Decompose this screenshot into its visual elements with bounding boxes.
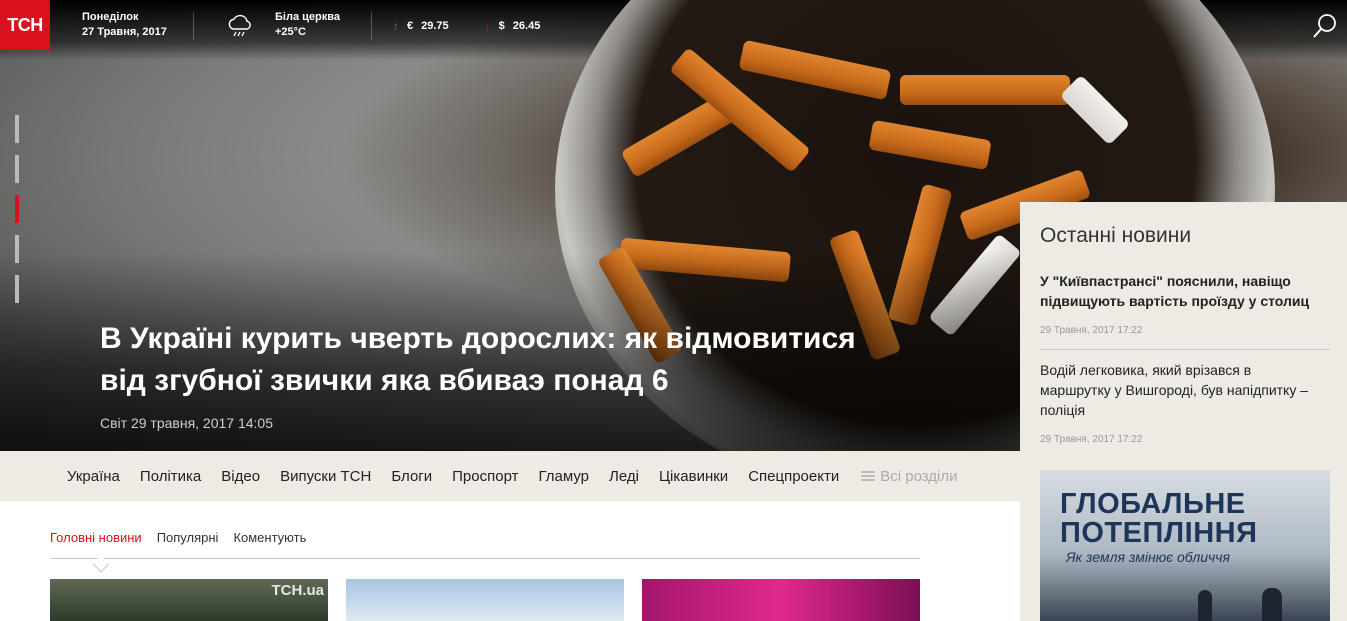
latest-news-item[interactable]: Водій легковика, який врізався в маршрут…	[1040, 360, 1315, 420]
tab-main-news[interactable]: Головні новини	[50, 530, 142, 558]
news-card-thumbnail[interactable]	[346, 579, 624, 621]
hero-headline[interactable]: В Україні курить чверть дорослих: як від…	[100, 318, 960, 402]
all-sections-button[interactable]: Всі розділи	[849, 467, 958, 485]
hero-headline-line: В Україні курить чверть дорослих: як від…	[100, 322, 856, 355]
latest-news-sidebar: Останні новини У "Київпастрансі" пояснил…	[1020, 202, 1347, 621]
divider	[371, 12, 372, 40]
latest-news-time: 29 Травня, 2017 17:22	[1040, 434, 1143, 445]
news-card-thumbnail[interactable]	[642, 579, 920, 621]
sidebar-title: Останні новини	[1040, 224, 1192, 247]
date: 27 Травня, 2017	[82, 26, 167, 38]
nav-item-specprojects[interactable]: Спецпроекти	[738, 468, 849, 485]
slide-indicator[interactable]	[15, 155, 19, 183]
eur-rate: 29.75	[421, 20, 449, 32]
weather-city: Біла церква	[275, 11, 340, 23]
nav-item-blogs[interactable]: Блоги	[381, 468, 442, 485]
slide-indicator[interactable]	[15, 115, 19, 143]
search-icon[interactable]	[1311, 12, 1339, 40]
slide-indicator[interactable]	[15, 275, 19, 303]
eur-symbol: €	[407, 20, 414, 32]
divider	[193, 12, 194, 40]
divider	[1040, 349, 1330, 350]
nav-item-video[interactable]: Відео	[211, 468, 270, 485]
nav-item-prosport[interactable]: Проспорт	[442, 468, 528, 485]
weekday: Понеділок	[82, 11, 139, 23]
latest-news-time: 29 Травня, 2017 17:22	[1040, 325, 1143, 336]
promo-figure	[1262, 588, 1282, 621]
current-date: Понеділок 27 Травня, 2017	[82, 10, 167, 40]
nav-item-ukraine[interactable]: Україна	[57, 468, 130, 485]
rain-cloud-icon	[228, 14, 251, 37]
arrow-up-icon: ↑	[393, 19, 399, 33]
nav-item-tsn-releases[interactable]: Випуски ТСН	[270, 468, 381, 485]
latest-news-item[interactable]: У "Київпастрансі" пояснили, навіщо підви…	[1040, 271, 1330, 311]
tsn-logo[interactable]: ТСН	[0, 0, 50, 50]
tab-commented[interactable]: Коментують	[233, 530, 306, 558]
thumbnail-watermark: ТСН.ua	[271, 582, 325, 599]
usd-rate: 26.45	[512, 20, 541, 32]
promo-title-line: ПОТЕПЛІННЯ	[1060, 517, 1258, 549]
nav-item-curiosities[interactable]: Цікавинки	[649, 468, 738, 485]
news-card-thumbnail[interactable]: ТСН.ua	[50, 579, 328, 621]
tab-popular[interactable]: Популярні	[157, 530, 219, 558]
news-tabs: Головні новини Популярні Коментують	[50, 530, 920, 559]
slide-indicator-active[interactable]	[15, 195, 19, 223]
exchange-rates: ↑ € 29.75 ↓ $ 26.45	[393, 19, 540, 34]
nav-item-glamour[interactable]: Гламур	[528, 468, 599, 485]
arrow-down-icon: ↓	[484, 19, 491, 33]
main-navigation: Україна Політика Відео Випуски ТСН Блоги…	[0, 451, 1020, 501]
hero-headline-line: від згубної звички яка вбиваэ понад 6	[100, 364, 669, 397]
usd-symbol: $	[498, 20, 505, 32]
global-warming-promo[interactable]: ГЛОБАЛЬНЕ ПОТЕПЛІННЯ Як земля змінює обл…	[1040, 470, 1330, 621]
hero-image-detail	[900, 75, 1070, 105]
hero-meta: Світ 29 травня, 2017 14:05	[100, 415, 274, 431]
nav-item-politics[interactable]: Політика	[130, 468, 211, 485]
all-sections-label: Всі розділи	[880, 467, 958, 485]
weather-temperature: +25°C	[275, 26, 307, 38]
weather: Біла церква +25°C	[275, 10, 340, 40]
nav-item-ladies[interactable]: Леді	[599, 468, 649, 485]
menu-icon	[861, 470, 876, 482]
promo-subtitle: Як земля змінює обличчя	[1066, 549, 1231, 565]
slide-indicator[interactable]	[15, 235, 19, 263]
promo-figure	[1198, 590, 1212, 621]
